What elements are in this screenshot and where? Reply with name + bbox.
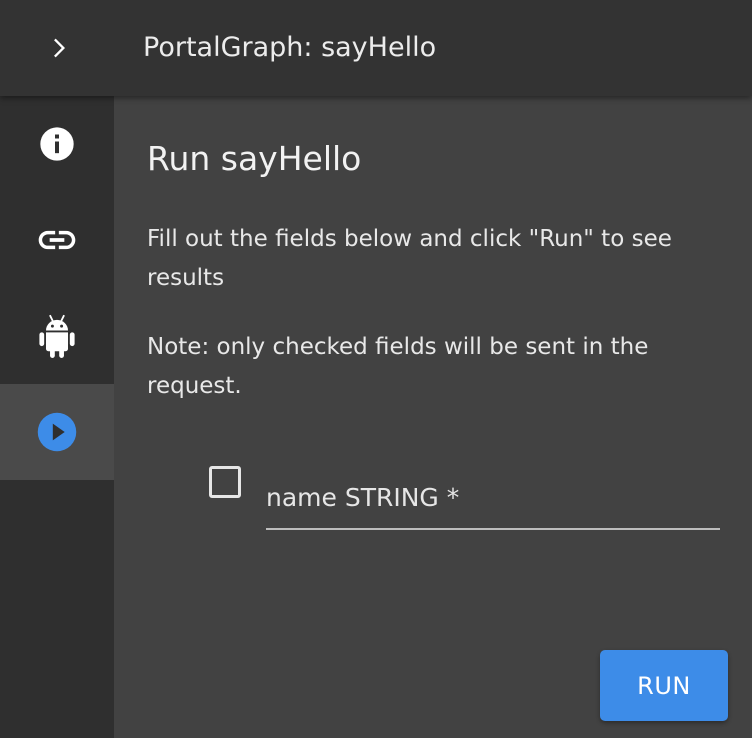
sidebar-item-run[interactable] — [0, 384, 114, 480]
name-field-checkbox[interactable] — [209, 466, 241, 498]
run-button[interactable]: RUN — [600, 650, 728, 721]
app-header: PortalGraph: sayHello — [0, 0, 752, 96]
expand-sidebar-button[interactable] — [36, 26, 80, 70]
play-circle-icon — [37, 412, 77, 452]
sidebar-item-android[interactable] — [0, 288, 114, 384]
chevron-right-icon — [54, 38, 65, 58]
run-panel: Run sayHello Fill out the fields below a… — [114, 96, 752, 738]
page-title: PortalGraph: sayHello — [143, 32, 437, 63]
sidebar-item-info[interactable] — [0, 96, 114, 192]
sidebar-item-link[interactable] — [0, 192, 114, 288]
name-input[interactable]: name STRING * — [266, 476, 720, 530]
run-title: Run sayHello — [147, 139, 362, 178]
name-field-label: name STRING * — [266, 483, 460, 512]
sidebar — [0, 96, 114, 738]
link-icon — [38, 230, 76, 250]
info-icon — [40, 127, 74, 161]
note-text: Note: only checked fields will be sent i… — [147, 334, 649, 399]
instructions-text: Fill out the fields below and click "Run… — [147, 226, 672, 291]
android-icon — [39, 314, 75, 358]
